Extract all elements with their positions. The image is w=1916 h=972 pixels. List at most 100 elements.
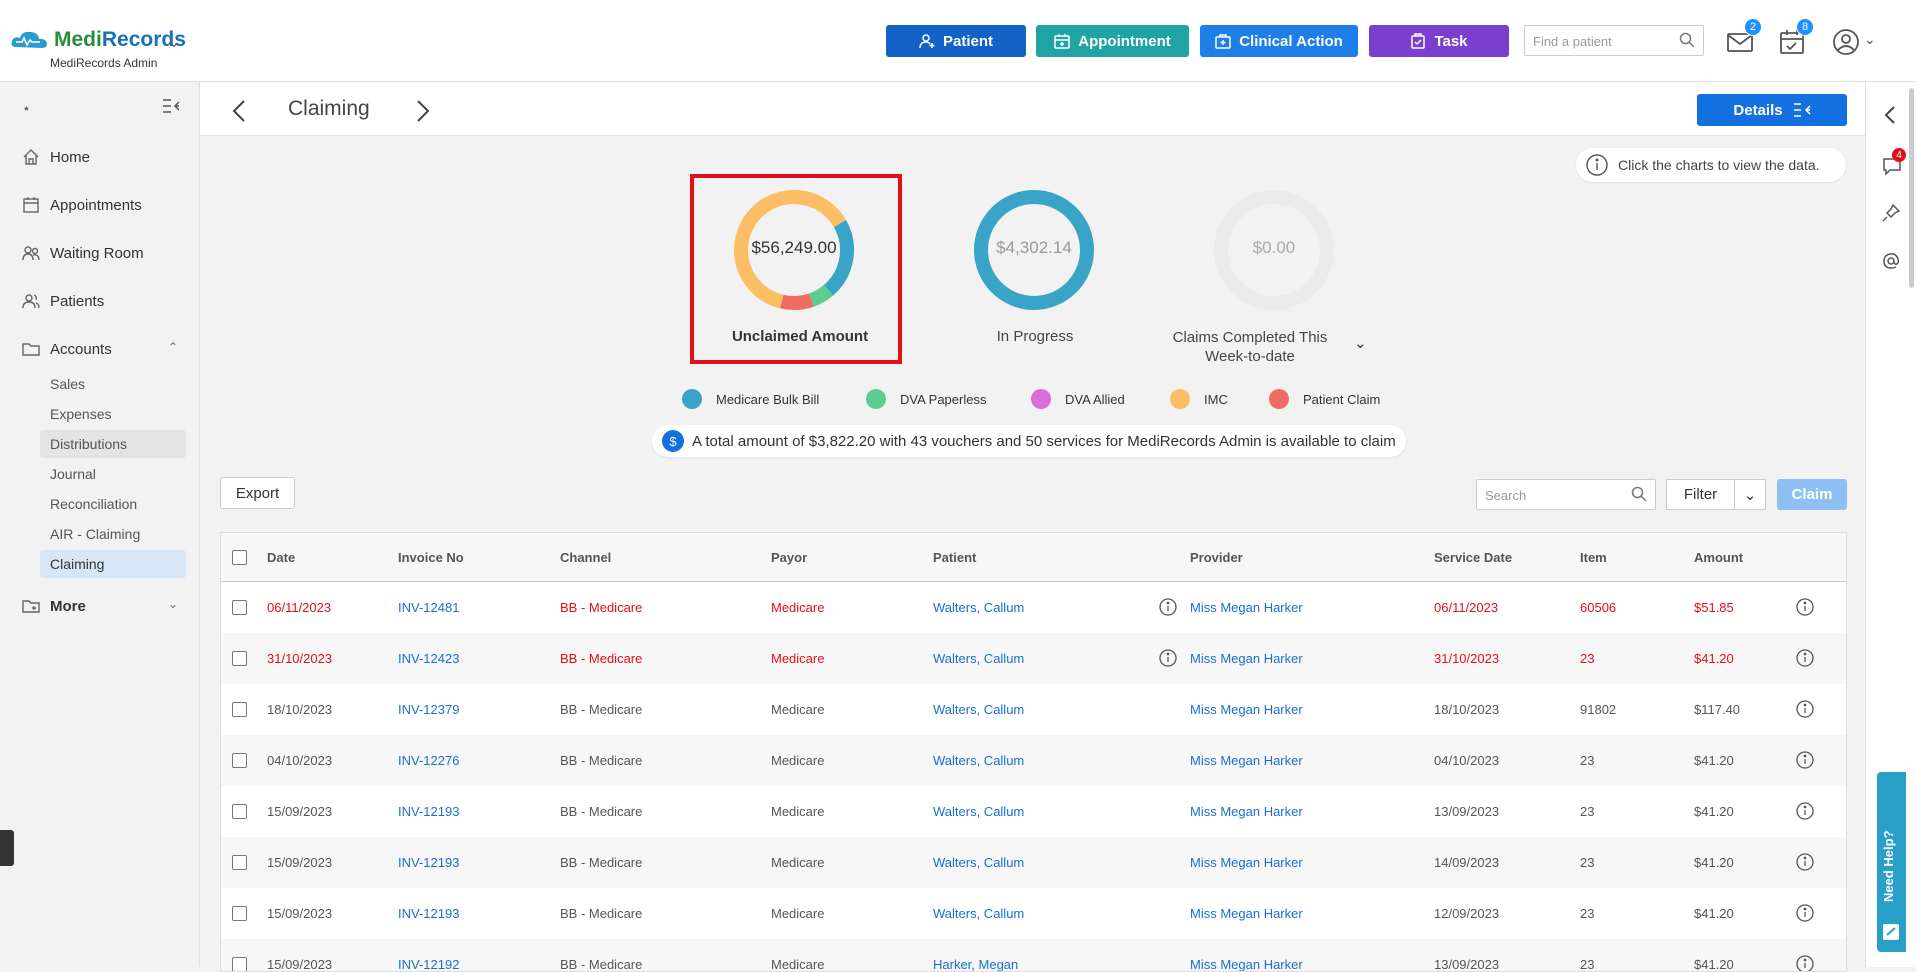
sidebar-sub-reconciliation[interactable]: Reconciliation bbox=[40, 490, 186, 518]
completed-chart[interactable]: $0.00 bbox=[1212, 188, 1336, 317]
sidebar-sub-claiming[interactable]: Claiming bbox=[40, 550, 186, 578]
col-channel[interactable]: Channel bbox=[560, 550, 611, 565]
col-date[interactable]: Date bbox=[267, 550, 295, 565]
row-info-icon[interactable] bbox=[1796, 955, 1814, 971]
cell-provider[interactable]: Miss Megan Harker bbox=[1190, 855, 1303, 870]
cell-provider[interactable]: Miss Megan Harker bbox=[1190, 702, 1303, 717]
cell-patient[interactable]: Walters, Callum bbox=[933, 753, 1024, 768]
row-info-icon[interactable] bbox=[1796, 904, 1814, 922]
mention-icon[interactable] bbox=[1882, 252, 1900, 270]
side-drawer-handle[interactable] bbox=[0, 830, 14, 866]
sidebar-item-waiting-room[interactable]: Waiting Room bbox=[22, 244, 144, 262]
table-row[interactable]: 18/10/2023 INV-12379 BB - Medicare Medicare… bbox=[221, 684, 1846, 735]
cell-invoice[interactable]: INV-12423 bbox=[398, 651, 459, 666]
pin-icon[interactable] bbox=[1882, 204, 1900, 222]
col-provider[interactable]: Provider bbox=[1190, 550, 1243, 565]
row-info-icon[interactable] bbox=[1796, 802, 1814, 820]
account-chevron-down-icon[interactable]: ⌄ bbox=[168, 34, 180, 51]
row-checkbox[interactable] bbox=[232, 651, 247, 666]
col-service-date[interactable]: Service Date bbox=[1434, 550, 1512, 565]
in-progress-chart[interactable]: $4,302.14 bbox=[972, 188, 1096, 317]
cell-provider[interactable]: Miss Megan Harker bbox=[1190, 957, 1303, 971]
cell-provider[interactable]: Miss Megan Harker bbox=[1190, 600, 1303, 615]
cell-invoice[interactable]: INV-12276 bbox=[398, 753, 459, 768]
sidebar-sub-air-claiming[interactable]: AIR - Claiming bbox=[40, 520, 186, 548]
cell-patient[interactable]: Walters, Callum bbox=[933, 855, 1024, 870]
row-info-icon[interactable] bbox=[1796, 751, 1814, 769]
cell-invoice[interactable]: INV-12192 bbox=[398, 957, 459, 971]
cell-invoice[interactable]: INV-12379 bbox=[398, 702, 459, 717]
filter-chevron-down-icon[interactable]: ⌄ bbox=[1735, 480, 1765, 509]
cell-invoice[interactable]: INV-12481 bbox=[398, 600, 459, 615]
new-patient-button[interactable]: Patient bbox=[886, 25, 1026, 57]
table-row[interactable]: 15/09/2023 INV-12193 BB - Medicare Medicare… bbox=[221, 888, 1846, 939]
cell-patient[interactable]: Walters, Callum bbox=[933, 906, 1024, 921]
row-info-icon[interactable] bbox=[1796, 649, 1814, 667]
expand-panel-icon[interactable] bbox=[1882, 106, 1898, 124]
pin-icon[interactable]: ⋆ bbox=[22, 100, 31, 117]
export-button[interactable]: Export bbox=[220, 477, 295, 509]
row-checkbox[interactable] bbox=[232, 702, 247, 717]
col-amount[interactable]: Amount bbox=[1694, 550, 1743, 565]
sidebar-item-more[interactable]: More ⌄ bbox=[22, 597, 182, 615]
cell-invoice[interactable]: INV-12193 bbox=[398, 906, 459, 921]
sidebar-sub-sales[interactable]: Sales bbox=[40, 370, 186, 398]
table-row[interactable]: 15/09/2023 INV-12192 BB - Medicare Medicare… bbox=[221, 939, 1846, 971]
table-row[interactable]: 31/10/2023 INV-12423 BB - Medicare Medicare… bbox=[221, 633, 1846, 684]
sidebar-item-home[interactable]: Home bbox=[22, 148, 90, 166]
select-all-checkbox[interactable] bbox=[232, 550, 247, 565]
col-item[interactable]: Item bbox=[1580, 550, 1607, 565]
row-checkbox[interactable] bbox=[232, 906, 247, 921]
cell-provider[interactable]: Miss Megan Harker bbox=[1190, 804, 1303, 819]
row-checkbox[interactable] bbox=[232, 600, 247, 615]
clinical-action-button[interactable]: Clinical Action bbox=[1200, 25, 1358, 57]
row-info-icon[interactable] bbox=[1796, 700, 1814, 718]
new-task-button[interactable]: Task bbox=[1369, 25, 1509, 57]
col-invoice-no[interactable]: Invoice No bbox=[398, 550, 464, 565]
cell-patient[interactable]: Harker, Megan bbox=[933, 957, 1018, 971]
table-row[interactable]: 06/11/2023 INV-12481 BB - Medicare Medicare… bbox=[221, 582, 1846, 633]
previous-arrow-icon[interactable] bbox=[232, 100, 246, 122]
sidebar-item-accounts[interactable]: Accounts ⌃ bbox=[22, 340, 182, 358]
sidebar-sub-journal[interactable]: Journal bbox=[40, 460, 186, 488]
sidebar-item-patients[interactable]: Patients bbox=[22, 292, 104, 310]
cell-patient[interactable]: Walters, Callum bbox=[933, 702, 1024, 717]
row-checkbox[interactable] bbox=[232, 855, 247, 870]
cell-patient[interactable]: Walters, Callum bbox=[933, 804, 1024, 819]
tasks-button[interactable]: 8 bbox=[1778, 18, 1814, 56]
row-checkbox[interactable] bbox=[232, 753, 247, 768]
new-appointment-button[interactable]: Appointment bbox=[1036, 25, 1189, 57]
claim-button[interactable]: Claim bbox=[1777, 479, 1847, 510]
row-checkbox[interactable] bbox=[232, 957, 247, 971]
filter-button[interactable]: Filter bbox=[1667, 480, 1735, 509]
row-info-icon[interactable] bbox=[1796, 598, 1814, 616]
cell-provider[interactable]: Miss Megan Harker bbox=[1190, 651, 1303, 666]
sidebar-item-appointments[interactable]: Appointments bbox=[22, 196, 142, 214]
table-search-input[interactable]: Search bbox=[1476, 479, 1656, 510]
completed-chevron-down-icon[interactable]: ⌄ bbox=[1354, 334, 1367, 352]
find-patient-input[interactable]: Find a patient bbox=[1524, 25, 1704, 56]
cell-provider[interactable]: Miss Megan Harker bbox=[1190, 753, 1303, 768]
cell-patient[interactable]: Walters, Callum bbox=[933, 600, 1024, 615]
table-row[interactable]: 15/09/2023 INV-12193 BB - Medicare Medicare… bbox=[221, 837, 1846, 888]
cell-invoice[interactable]: INV-12193 bbox=[398, 804, 459, 819]
details-button[interactable]: Details bbox=[1697, 94, 1847, 126]
table-row[interactable]: 15/09/2023 INV-12193 BB - Medicare Medicare… bbox=[221, 786, 1846, 837]
patient-info-icon[interactable] bbox=[1159, 598, 1177, 616]
next-arrow-icon[interactable] bbox=[416, 100, 430, 122]
cell-patient[interactable]: Walters, Callum bbox=[933, 651, 1024, 666]
cell-invoice[interactable]: INV-12193 bbox=[398, 855, 459, 870]
row-info-icon[interactable] bbox=[1796, 853, 1814, 871]
collapse-sidebar-icon[interactable] bbox=[162, 98, 180, 114]
app-logo[interactable]: MediRecords bbox=[10, 28, 186, 52]
messages-button[interactable]: 2 bbox=[1726, 18, 1762, 56]
sidebar-sub-distributions[interactable]: Distributions bbox=[40, 430, 186, 458]
patient-info-icon[interactable] bbox=[1159, 649, 1177, 667]
row-checkbox[interactable] bbox=[232, 804, 247, 819]
table-row[interactable]: 04/10/2023 INV-12276 BB - Medicare Medicare… bbox=[221, 735, 1846, 786]
cell-provider[interactable]: Miss Megan Harker bbox=[1190, 906, 1303, 921]
need-help-tab[interactable]: Need Help? bbox=[1877, 772, 1906, 952]
col-patient[interactable]: Patient bbox=[933, 550, 976, 565]
sidebar-sub-expenses[interactable]: Expenses bbox=[40, 400, 186, 428]
notifications-button[interactable]: 4 bbox=[1882, 148, 1906, 178]
